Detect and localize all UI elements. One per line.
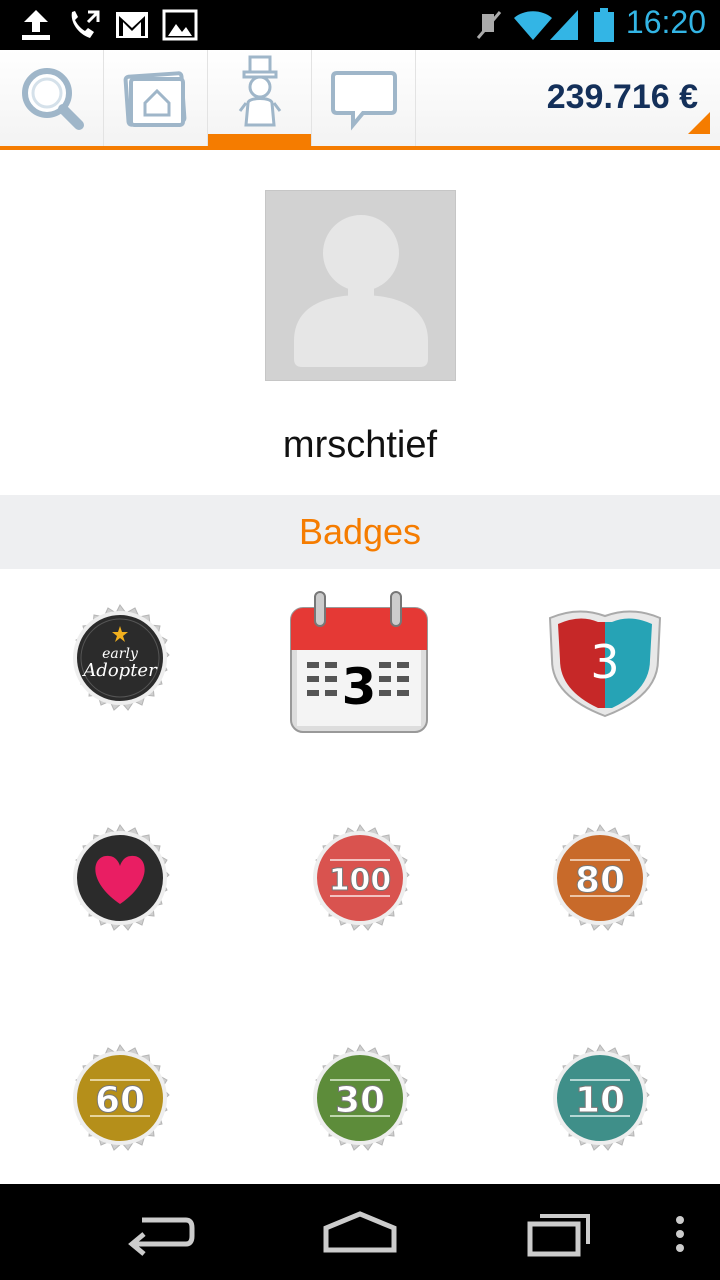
tab-messages[interactable] bbox=[312, 50, 416, 146]
badge-level-80[interactable]: 80 bbox=[535, 820, 665, 950]
level-badge-icon: 60 bbox=[73, 1044, 170, 1151]
level-number: 100 bbox=[329, 863, 392, 898]
calendar-icon: 3 bbox=[290, 591, 428, 733]
gallery-icon bbox=[162, 9, 198, 41]
recent-apps-icon[interactable] bbox=[520, 1202, 600, 1262]
username: mrschtief bbox=[282, 424, 438, 466]
missed-call-icon bbox=[71, 10, 100, 38]
balance-corner-marker bbox=[688, 112, 710, 134]
system-nav-bar bbox=[0, 1184, 720, 1280]
back-icon[interactable] bbox=[120, 1202, 200, 1262]
magnifier-icon bbox=[21, 68, 84, 130]
tab-home[interactable] bbox=[104, 50, 208, 146]
account-balance[interactable]: 239.716 € bbox=[547, 78, 698, 117]
early-adopter-badge-icon: early Adopter bbox=[73, 604, 170, 711]
level-badge-icon: 10 bbox=[553, 1044, 650, 1151]
menu-icon[interactable] bbox=[670, 1202, 690, 1262]
route-shield-number: 3 bbox=[590, 635, 619, 689]
default-person-icon bbox=[294, 215, 428, 367]
badge-early-adopter[interactable]: early Adopter bbox=[55, 600, 185, 730]
signal-icon bbox=[550, 10, 578, 40]
level-badge-icon: 100 bbox=[313, 824, 410, 931]
speech-bubble-icon bbox=[330, 71, 397, 131]
badge-level-30[interactable]: 30 bbox=[295, 1040, 425, 1170]
badge-level-10[interactable]: 10 bbox=[535, 1040, 665, 1170]
battery-icon bbox=[594, 8, 614, 42]
heart-badge-icon bbox=[73, 824, 170, 931]
avatar[interactable] bbox=[265, 190, 456, 381]
home-folder-icon bbox=[123, 71, 186, 127]
calendar-day-number: 3 bbox=[342, 658, 377, 716]
badge-route-shield-3[interactable]: 3 bbox=[540, 600, 670, 730]
level-number: 80 bbox=[575, 860, 625, 901]
status-bar: 16:20 bbox=[0, 0, 720, 50]
badge-level-100[interactable]: 100 bbox=[295, 820, 425, 950]
level-number: 60 bbox=[95, 1080, 145, 1121]
clock: 16:20 bbox=[625, 4, 706, 40]
tab-profile[interactable] bbox=[208, 50, 312, 146]
chimney-sweep-icon bbox=[238, 55, 281, 127]
tab-search[interactable] bbox=[0, 50, 104, 146]
upload-icon bbox=[22, 10, 50, 40]
gmail-icon bbox=[116, 12, 148, 38]
level-badge-icon: 80 bbox=[553, 824, 650, 931]
badge-level-60[interactable]: 60 bbox=[55, 1040, 185, 1170]
badges-title: Badges bbox=[298, 511, 422, 552]
badges-section-header: Badges bbox=[0, 495, 720, 569]
early-adopter-line2: Adopter bbox=[81, 660, 158, 681]
badge-calendar-3[interactable]: 3 bbox=[283, 588, 435, 740]
home-icon[interactable] bbox=[320, 1202, 400, 1262]
route-shield-icon: 3 bbox=[548, 610, 662, 718]
level-number: 30 bbox=[335, 1080, 385, 1121]
action-bar: 239.716 € bbox=[0, 50, 720, 150]
mute-icon bbox=[476, 11, 502, 39]
badge-heart[interactable] bbox=[55, 820, 185, 950]
level-number: 10 bbox=[575, 1080, 625, 1121]
level-badge-icon: 30 bbox=[313, 1044, 410, 1151]
